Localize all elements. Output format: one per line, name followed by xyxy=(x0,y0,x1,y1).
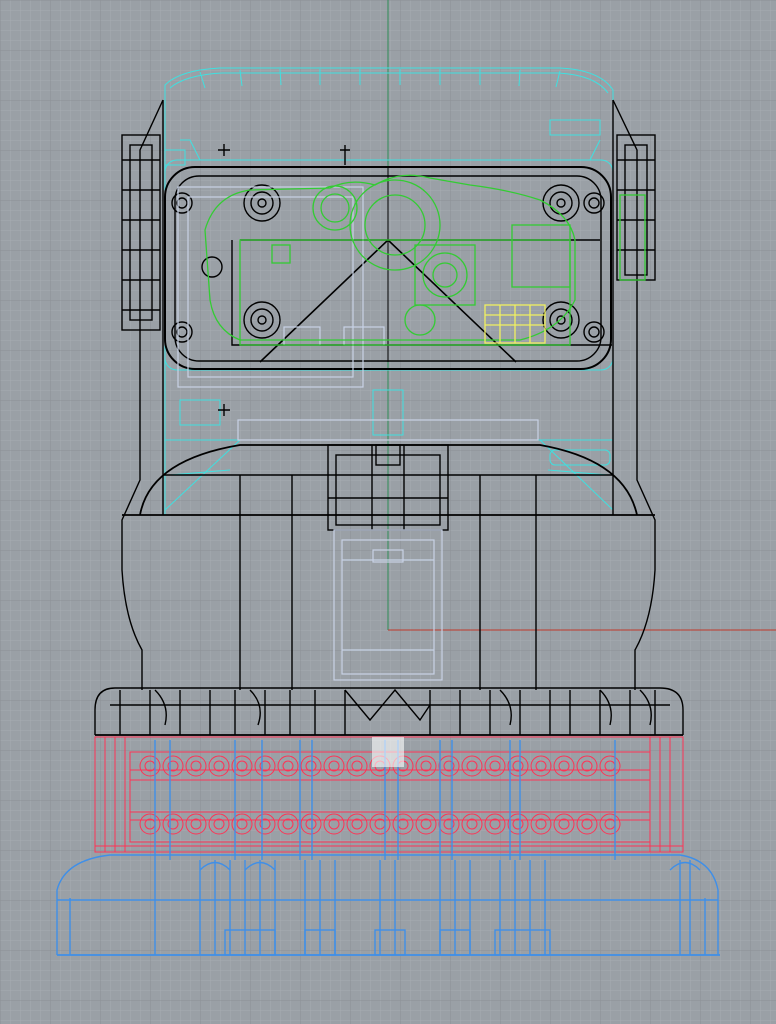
cad-front-viewport[interactable] xyxy=(0,0,776,1024)
viewport-canvas[interactable] xyxy=(0,0,776,1024)
led-center-highlight xyxy=(372,737,404,767)
